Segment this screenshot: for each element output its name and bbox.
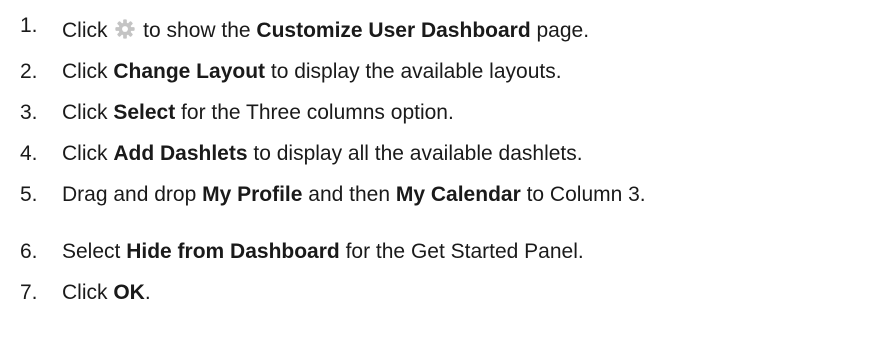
step-text: Click — [62, 142, 114, 165]
step-ui-term: Customize User Dashboard — [256, 19, 531, 42]
step-text: for the Three columns option. — [175, 101, 454, 124]
step-ui-term: My Profile — [202, 183, 303, 206]
step-number: 1. — [20, 14, 38, 37]
step-ui-term: Select — [113, 101, 176, 124]
step-text: for the Get Started Panel. — [339, 240, 584, 263]
step-text: Click — [62, 101, 114, 124]
step-number: 7. — [20, 281, 38, 304]
step-number: 3. — [20, 101, 38, 124]
step-4: 4. Click Add Dashlets to display all the … — [20, 137, 583, 171]
step-5: 5. Drag and drop My Profile and then My C… — [20, 178, 646, 212]
gear-icon — [115, 19, 135, 39]
step-text: to display all the available dashlets. — [247, 142, 583, 165]
step-6: 6. Select Hide from Dashboard for the Get… — [20, 235, 584, 269]
step-number: 5. — [20, 183, 38, 206]
step-text: to Column 3. — [520, 183, 646, 206]
step-ui-term: Change Layout — [113, 60, 266, 83]
step-1: 1. Click to show the Customize User Dashb… — [20, 14, 589, 48]
step-7: 7. Click OK. — [20, 276, 151, 310]
step-number: 4. — [20, 142, 38, 165]
step-text: Drag and drop — [62, 183, 203, 206]
step-ui-term: Hide from Dashboard — [126, 240, 340, 263]
step-ui-term: My Calendar — [395, 183, 521, 206]
step-ui-term: Add Dashlets — [113, 142, 248, 165]
step-number: 2. — [20, 60, 38, 83]
step-number: 6. — [20, 240, 38, 263]
step-text: and then — [302, 183, 396, 206]
step-text: Click — [62, 60, 114, 83]
step-text: to show the — [137, 19, 257, 42]
step-3: 3. Click Select for the Three columns opt… — [20, 96, 454, 130]
step-ui-term: OK — [113, 281, 145, 304]
step-text: Select — [62, 240, 127, 263]
step-2: 2. Click Change Layout to display the ava… — [20, 55, 562, 89]
step-text: to display the available layouts. — [265, 60, 562, 83]
instruction-steps: 1. Click to show the Customize User Dashb… — [20, 0, 870, 340]
step-text: Click — [62, 19, 114, 42]
step-text: page. — [530, 19, 590, 42]
step-text: . — [144, 281, 151, 304]
step-text: Click — [62, 281, 114, 304]
